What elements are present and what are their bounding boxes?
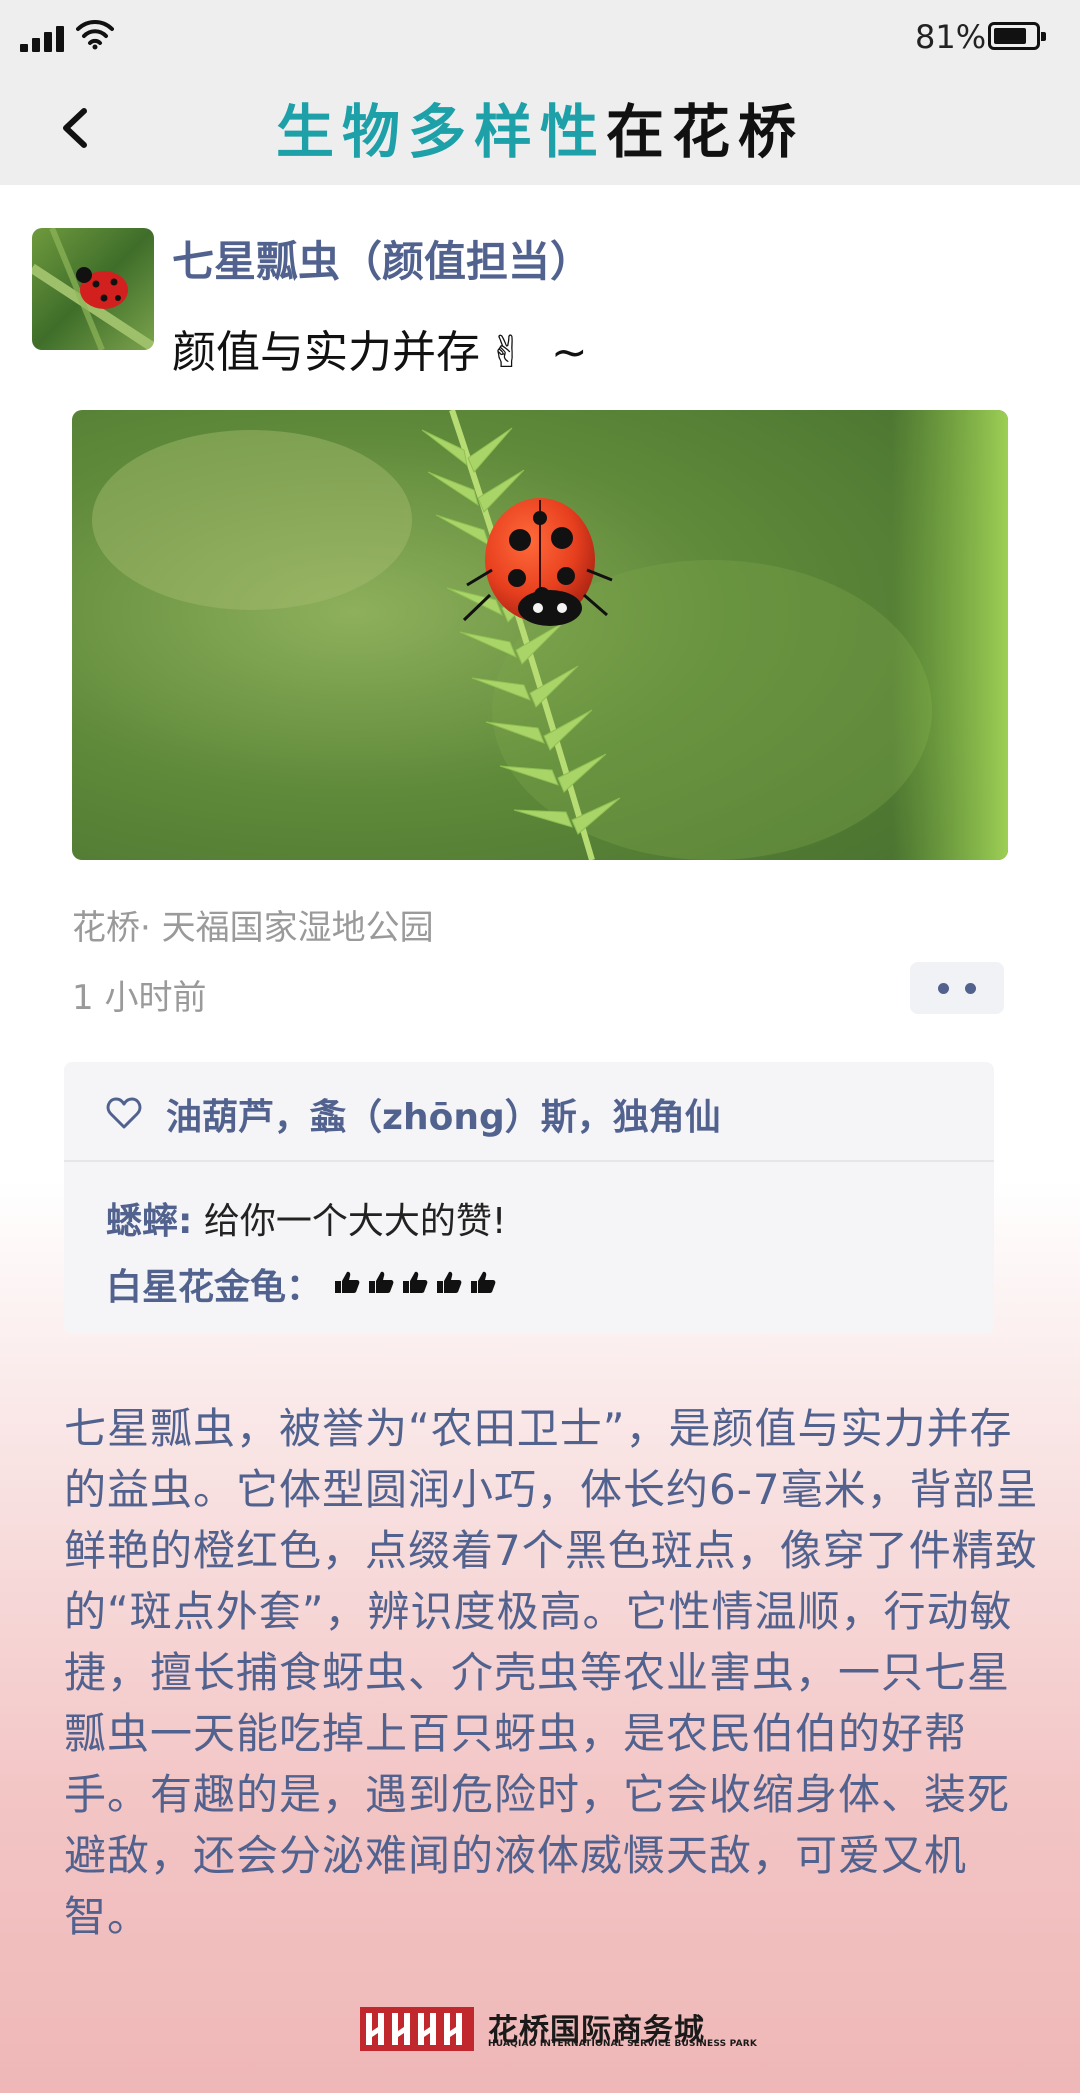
comment-text: 给你一个大大的赞! xyxy=(203,1201,507,1242)
more-dot xyxy=(965,983,976,994)
status-bar: 81% xyxy=(0,0,1080,75)
thumbs-up-icon xyxy=(333,1267,503,1308)
wifi-icon xyxy=(76,19,114,50)
battery-percent: 81% xyxy=(915,18,987,56)
more-dot xyxy=(938,983,949,994)
post-location[interactable]: 花桥· 天福国家湿地公园 xyxy=(72,900,434,949)
comment-separator: : xyxy=(178,1201,193,1242)
post-time: 1 小时前 xyxy=(72,978,207,1018)
article-body: 七星瓢虫，被誉为“农田卫士”，是颜值与实力并存的益虫。它体型圆润小巧，体长约6-… xyxy=(64,1404,1039,1941)
ladybug-photo[interactable] xyxy=(72,410,1008,860)
subtitle-tilde: ~ xyxy=(550,327,588,378)
avatar[interactable] xyxy=(32,228,154,350)
post-subtitle: 颜值与实力并存 ✌ ~ xyxy=(172,316,588,380)
comment-author[interactable]: 白星花金龟 xyxy=(106,1267,286,1308)
page-title-highlight: 生物多样性 xyxy=(275,98,606,166)
comment-item[interactable]: 白星花金龟： xyxy=(106,1258,503,1310)
peace-hand-icon: ✌ xyxy=(488,327,525,378)
more-options-button[interactable] xyxy=(910,962,1004,1014)
comment-item[interactable]: 蟋蟀: 给你一个大大的赞! xyxy=(106,1192,506,1244)
signal-icon xyxy=(20,26,68,52)
comment-separator: ： xyxy=(286,1267,323,1308)
battery-fill xyxy=(994,28,1026,44)
likes-comments-panel: 油葫芦，螽（zhōng）斯，独角仙 蟋蟀: 给你一个大大的赞! 白星花金龟： xyxy=(64,1062,994,1334)
huaqiao-logo-icon xyxy=(360,2007,474,2051)
post-subtitle-text: 颜值与实力并存 xyxy=(172,327,480,378)
likers-list[interactable]: 油葫芦，螽（zhōng）斯，独角仙 xyxy=(166,1088,721,1140)
footer-brand-en: HUAQIAO INTERNATIONAL SERVICE BUSINESS P… xyxy=(488,2039,758,2049)
comment-author[interactable]: 蟋蟀 xyxy=(106,1201,178,1242)
footer-logo: 花桥国际商务城 HUAQIAO INTERNATIONAL SERVICE BU… xyxy=(360,2005,757,2053)
battery-icon xyxy=(988,22,1046,50)
page-title: 生物多样性在花桥 xyxy=(0,85,1080,169)
page-title-rest: 在花桥 xyxy=(606,98,805,166)
app-header: 生物多样性在花桥 xyxy=(0,75,1080,185)
likes-row: 油葫芦，螽（zhōng）斯，独角仙 xyxy=(64,1062,994,1162)
post-title[interactable]: 七星瓢虫（颜值担当） xyxy=(172,228,592,289)
heart-icon[interactable] xyxy=(106,1096,142,1130)
